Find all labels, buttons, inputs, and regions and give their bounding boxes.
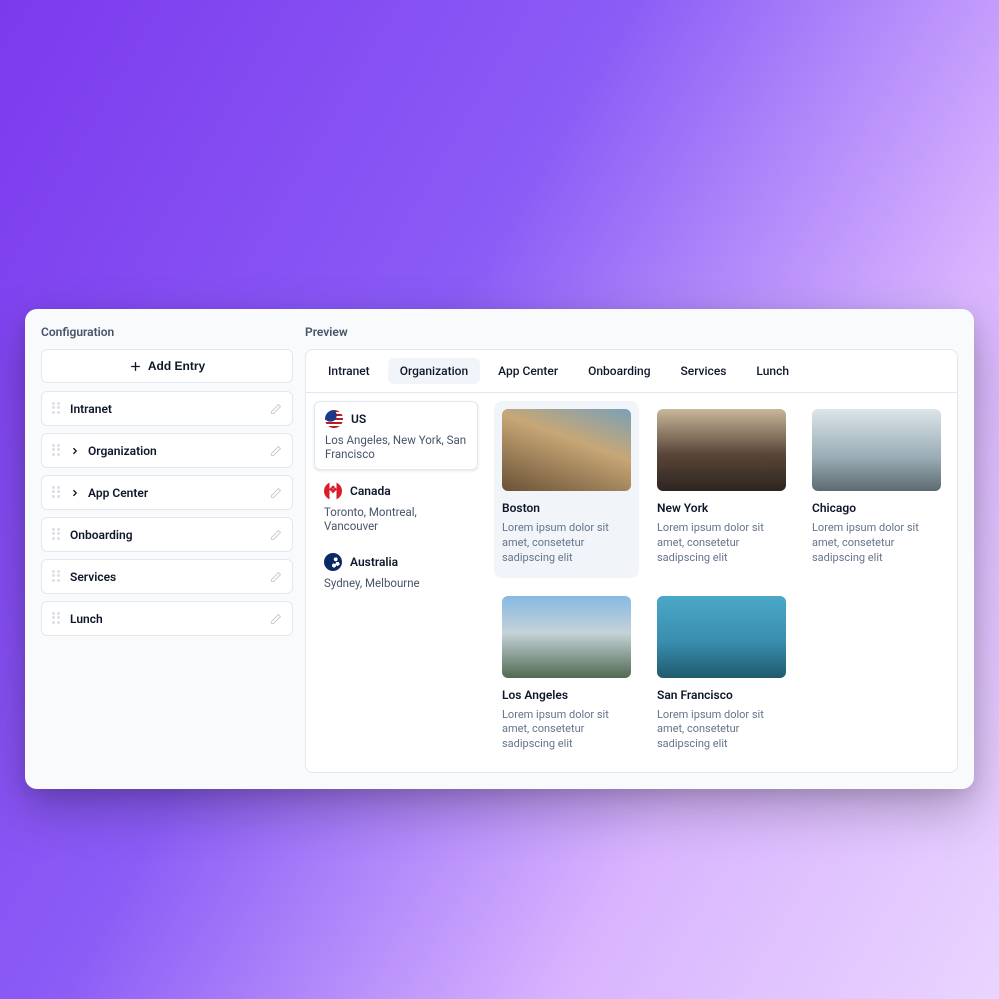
drag-handle-icon[interactable]	[52, 570, 62, 584]
country-item-australia[interactable]: Australia Sydney, Melbourne	[314, 545, 478, 598]
tab-lunch[interactable]: Lunch	[744, 358, 801, 384]
config-item-label: Onboarding	[70, 528, 262, 542]
drag-handle-icon[interactable]	[52, 486, 62, 500]
country-subtitle: Los Angeles, New York, San Francisco	[325, 433, 467, 461]
city-card-new-york[interactable]: New York Lorem ipsum dolor sit amet, con…	[649, 401, 794, 578]
country-name: Australia	[350, 555, 398, 569]
flag-au-icon	[324, 553, 342, 571]
city-description: Lorem ipsum dolor sit amet, consetetur s…	[502, 708, 631, 753]
preview-header: Preview	[305, 325, 958, 339]
city-thumbnail	[657, 596, 786, 678]
preview-body: US Los Angeles, New York, San Francisco …	[306, 393, 957, 772]
chevron-right-icon	[70, 488, 80, 498]
country-item-canada[interactable]: Canada Toronto, Montreal, Vancouver	[314, 474, 478, 541]
city-description: Lorem ipsum dolor sit amet, consetetur s…	[812, 521, 941, 566]
country-subtitle: Sydney, Melbourne	[324, 576, 468, 590]
edit-icon[interactable]	[270, 487, 282, 499]
edit-icon[interactable]	[270, 529, 282, 541]
city-title: San Francisco	[657, 688, 786, 702]
config-item-services[interactable]: Services	[41, 559, 293, 594]
drag-handle-icon[interactable]	[52, 402, 62, 416]
flag-ca-icon	[324, 482, 342, 500]
city-title: Chicago	[812, 501, 941, 515]
city-thumbnail	[502, 596, 631, 678]
city-thumbnail	[812, 409, 941, 491]
country-subtitle: Toronto, Montreal, Vancouver	[324, 505, 468, 533]
configuration-header: Configuration	[41, 325, 293, 339]
drag-handle-icon[interactable]	[52, 612, 62, 626]
flag-us-icon	[325, 410, 343, 428]
country-list: US Los Angeles, New York, San Francisco …	[306, 393, 486, 772]
city-description: Lorem ipsum dolor sit amet, consetetur s…	[657, 708, 786, 753]
main-panel: Configuration Add Entry Intranet Organiz…	[25, 309, 974, 789]
tab-app-center[interactable]: App Center	[486, 358, 570, 384]
config-item-organization[interactable]: Organization	[41, 433, 293, 468]
city-card-chicago[interactable]: Chicago Lorem ipsum dolor sit amet, cons…	[804, 401, 949, 578]
config-item-onboarding[interactable]: Onboarding	[41, 517, 293, 552]
configuration-column: Configuration Add Entry Intranet Organiz…	[41, 325, 293, 773]
country-name: US	[351, 412, 366, 426]
drag-handle-icon[interactable]	[52, 528, 62, 542]
config-item-intranet[interactable]: Intranet	[41, 391, 293, 426]
config-item-label: Intranet	[70, 402, 262, 416]
city-thumbnail	[657, 409, 786, 491]
edit-icon[interactable]	[270, 445, 282, 457]
chevron-right-icon	[70, 446, 80, 456]
city-card-boston[interactable]: Boston Lorem ipsum dolor sit amet, conse…	[494, 401, 639, 578]
city-title: Los Angeles	[502, 688, 631, 702]
city-description: Lorem ipsum dolor sit amet, consetetur s…	[657, 521, 786, 566]
city-card-los-angeles[interactable]: Los Angeles Lorem ipsum dolor sit amet, …	[494, 588, 639, 765]
drag-handle-icon[interactable]	[52, 444, 62, 458]
tab-strip: Intranet Organization App Center Onboard…	[306, 350, 957, 393]
add-entry-label: Add Entry	[148, 359, 205, 373]
config-item-app-center[interactable]: App Center	[41, 475, 293, 510]
edit-icon[interactable]	[270, 571, 282, 583]
config-item-label: Lunch	[70, 612, 262, 626]
tab-organization[interactable]: Organization	[388, 358, 480, 384]
plus-icon	[129, 360, 142, 373]
city-thumbnail	[502, 409, 631, 491]
edit-icon[interactable]	[270, 613, 282, 625]
config-item-label: Services	[70, 570, 262, 584]
city-title: Boston	[502, 501, 631, 515]
add-entry-button[interactable]: Add Entry	[41, 349, 293, 383]
city-title: New York	[657, 501, 786, 515]
tab-services[interactable]: Services	[669, 358, 739, 384]
city-card-san-francisco[interactable]: San Francisco Lorem ipsum dolor sit amet…	[649, 588, 794, 765]
edit-icon[interactable]	[270, 403, 282, 415]
tab-onboarding[interactable]: Onboarding	[576, 358, 662, 384]
config-item-label: Organization	[88, 444, 262, 458]
country-name: Canada	[350, 484, 391, 498]
preview-column: Preview Intranet Organization App Center…	[305, 325, 958, 773]
city-cards-grid: Boston Lorem ipsum dolor sit amet, conse…	[486, 393, 957, 772]
tab-intranet[interactable]: Intranet	[316, 358, 382, 384]
config-item-label: App Center	[88, 486, 262, 500]
city-description: Lorem ipsum dolor sit amet, consetetur s…	[502, 521, 631, 566]
config-item-lunch[interactable]: Lunch	[41, 601, 293, 636]
country-item-us[interactable]: US Los Angeles, New York, San Francisco	[314, 401, 478, 470]
preview-card: Intranet Organization App Center Onboard…	[305, 349, 958, 773]
